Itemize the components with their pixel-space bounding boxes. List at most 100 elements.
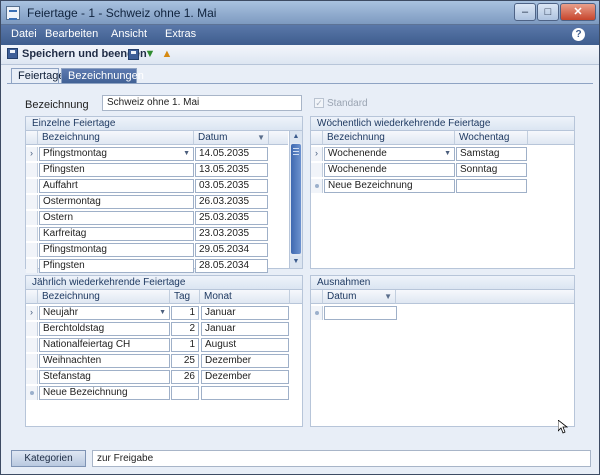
name-cell[interactable]: Weihnachten <box>39 354 170 368</box>
row-selector[interactable]: › <box>26 147 38 161</box>
help-icon[interactable]: ? <box>572 28 585 41</box>
row-selector[interactable]: › <box>311 147 323 161</box>
scroll-down-icon[interactable]: ▼ <box>290 256 302 268</box>
column-header-wochentag[interactable]: Wochentag <box>455 131 528 145</box>
name-cell[interactable]: Ostern <box>39 211 194 225</box>
month-cell[interactable]: Januar <box>201 322 289 336</box>
menu-ansicht[interactable]: Ansicht <box>111 28 147 40</box>
title-bar[interactable]: Feiertage - 1 - Schweiz ohne 1. Mai – □ … <box>1 1 599 25</box>
new-month-cell[interactable] <box>201 386 289 400</box>
row-selector[interactable]: › <box>26 306 38 320</box>
jaehrlich-panel: Jährlich wiederkehrende Feiertage Bezeic… <box>25 275 303 427</box>
toolbar: Speichern und beenden ▼ ▲ <box>1 45 599 65</box>
row-selector[interactable] <box>26 179 38 193</box>
day-cell[interactable]: 26 <box>171 370 199 384</box>
name-cell[interactable]: Pfingsten <box>39 259 194 273</box>
column-header-bezeichnung[interactable]: Bezeichnung <box>323 131 455 145</box>
row-selector[interactable] <box>26 259 38 273</box>
arrow-down-icon[interactable]: ▼ <box>144 48 156 61</box>
day-cell[interactable]: 2 <box>171 322 199 336</box>
new-weekday-cell[interactable] <box>456 179 527 193</box>
name-cell[interactable]: Wochenende <box>324 163 455 177</box>
row-selector[interactable] <box>26 211 38 225</box>
column-header-monat[interactable]: Monat <box>200 290 290 304</box>
row-selector[interactable] <box>26 322 38 336</box>
name-cell[interactable]: Neujahr ▼ <box>39 306 170 320</box>
name-cell[interactable]: Pfingstmontag ▼ <box>39 147 194 161</box>
tab-bezeichnungen[interactable]: Bezeichnungen <box>61 68 144 84</box>
name-cell[interactable]: Pfingsten <box>39 163 194 177</box>
name-cell[interactable]: Nationalfeiertag CH <box>39 338 170 352</box>
row-selector[interactable] <box>26 354 38 368</box>
row-selector[interactable] <box>26 370 38 384</box>
name-label: Bezeichnung <box>25 99 89 111</box>
new-day-cell[interactable] <box>171 386 199 400</box>
minimize-button[interactable]: – <box>514 3 536 21</box>
save-icon[interactable] <box>128 49 139 60</box>
row-selector[interactable] <box>26 338 38 352</box>
filter-icon[interactable]: ▼ <box>384 290 392 303</box>
ausnahmen-title: Ausnahmen <box>311 276 574 290</box>
maximize-button[interactable]: □ <box>537 3 559 21</box>
weekday-cell[interactable]: Sonntag <box>456 163 527 177</box>
date-cell[interactable]: 26.03.2035 <box>195 195 268 209</box>
woechentlich-panel: Wöchentlich wiederkehrende Feiertage Bez… <box>310 116 575 269</box>
name-cell[interactable]: Wochenende ▼ <box>324 147 455 161</box>
new-name-cell[interactable]: Neue Bezeichnung <box>39 386 170 400</box>
column-header-tag[interactable]: Tag <box>170 290 200 304</box>
dropdown-arrow-icon[interactable]: ▼ <box>159 307 166 319</box>
row-selector[interactable] <box>26 163 38 177</box>
date-cell[interactable]: 28.05.2034 <box>195 259 268 273</box>
menu-datei[interactable]: Datei <box>11 28 37 40</box>
close-button[interactable]: ✕ <box>560 3 596 21</box>
weekday-cell[interactable]: Samstag <box>456 147 527 161</box>
save-and-close-button[interactable]: Speichern und beenden <box>7 48 147 62</box>
filter-icon[interactable]: ▼ <box>257 131 265 144</box>
column-header-datum[interactable]: Datum ▼ <box>194 131 269 145</box>
day-cell[interactable]: 1 <box>171 338 199 352</box>
row-selector[interactable] <box>26 227 38 241</box>
day-cell[interactable]: 25 <box>171 354 199 368</box>
date-cell[interactable]: 03.05.2035 <box>195 179 268 193</box>
tab-feiertage[interactable]: Feiertage <box>11 68 64 84</box>
standard-checkbox[interactable]: ✓ <box>314 98 324 108</box>
column-header-bezeichnung[interactable]: Bezeichnung <box>38 131 194 145</box>
row-header-corner <box>311 131 323 145</box>
scroll-up-icon[interactable]: ▲ <box>290 131 302 143</box>
name-field[interactable]: Schweiz ohne 1. Mai <box>102 95 302 111</box>
month-cell[interactable]: Januar <box>201 306 289 320</box>
name-cell[interactable]: Karfreitag <box>39 227 194 241</box>
date-cell[interactable]: 25.03.2035 <box>195 211 268 225</box>
day-cell[interactable]: 1 <box>171 306 199 320</box>
column-header-bezeichnung[interactable]: Bezeichnung <box>38 290 170 304</box>
name-cell[interactable]: Auffahrt <box>39 179 194 193</box>
arrow-up-icon[interactable]: ▲ <box>161 48 173 61</box>
kategorien-button[interactable]: Kategorien <box>11 450 86 467</box>
new-name-cell[interactable]: Neue Bezeichnung <box>324 179 455 193</box>
name-cell[interactable]: Stefanstag <box>39 370 170 384</box>
name-cell[interactable]: Ostermontag <box>39 195 194 209</box>
month-cell[interactable]: Dezember <box>201 354 289 368</box>
menu-bearbeiten[interactable]: Bearbeiten <box>45 28 98 40</box>
date-cell[interactable]: 14.05.2035 <box>195 147 268 161</box>
status-field[interactable]: zur Freigabe <box>92 450 591 467</box>
row-selector[interactable] <box>26 243 38 257</box>
date-cell[interactable]: 23.03.2035 <box>195 227 268 241</box>
month-cell[interactable]: Dezember <box>201 370 289 384</box>
dropdown-arrow-icon[interactable]: ▼ <box>444 148 451 160</box>
column-header-datum[interactable]: Datum ▼ <box>323 290 396 304</box>
new-date-cell[interactable] <box>324 306 397 320</box>
month-cell[interactable]: August <box>201 338 289 352</box>
dropdown-arrow-icon[interactable]: ▼ <box>183 148 190 160</box>
name-cell[interactable]: Pfingstmontag <box>39 243 194 257</box>
scrollbar-thumb[interactable] <box>291 144 301 254</box>
einzelne-feiertage-scrollbar[interactable]: ▲ ▼ <box>289 131 302 268</box>
date-cell[interactable]: 13.05.2035 <box>195 163 268 177</box>
column-header-datum-label: Datum <box>327 291 357 302</box>
name-cell[interactable]: Berchtoldstag <box>39 322 170 336</box>
menu-extras[interactable]: Extras <box>165 28 196 40</box>
row-selector[interactable] <box>26 195 38 209</box>
row-selector[interactable] <box>311 163 323 177</box>
date-cell[interactable]: 29.05.2034 <box>195 243 268 257</box>
save-disk-icon <box>7 48 18 59</box>
